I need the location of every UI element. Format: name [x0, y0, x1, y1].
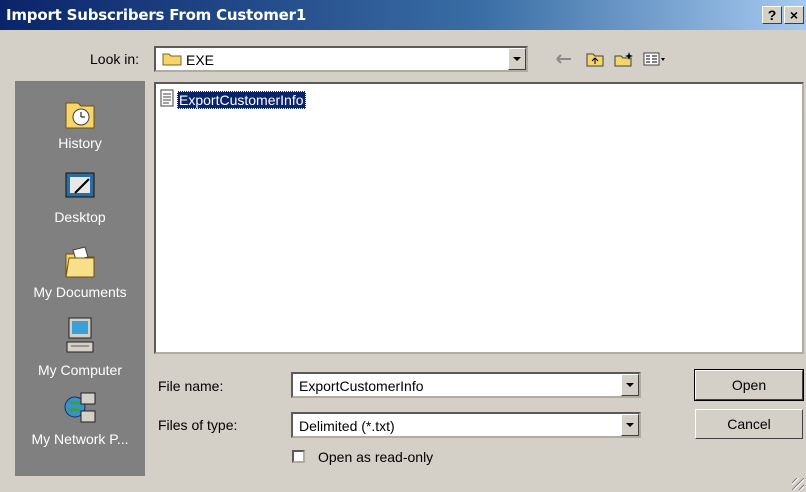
cancel-button[interactable]: Cancel [695, 409, 803, 439]
file-name-value: ExportCustomerInfo [299, 378, 424, 394]
close-button[interactable]: × [784, 6, 804, 24]
folder-icon [162, 52, 182, 69]
places-bar: History Desktop My Documents My Computer… [15, 81, 145, 476]
read-only-checkbox[interactable] [292, 450, 305, 463]
place-label: My Computer [37, 362, 123, 378]
list-item[interactable]: ExportCustomerInfo [159, 89, 306, 110]
help-button[interactable]: ? [762, 6, 782, 24]
file-type-value: Delimited (*.txt) [299, 418, 395, 434]
title-bar: Import Subscribers From Customer1 ? × [0, 0, 806, 30]
desktop-icon [15, 169, 145, 205]
place-label: History [58, 135, 102, 151]
my-documents-icon [15, 244, 145, 280]
new-folder-icon[interactable] [613, 50, 635, 68]
resize-grip[interactable] [792, 478, 804, 490]
file-type-dropdown[interactable]: Delimited (*.txt) [291, 412, 641, 438]
look-in-dropdown-arrow[interactable] [508, 48, 526, 70]
place-my-computer[interactable]: My Computer [15, 316, 145, 378]
my-computer-icon [15, 316, 145, 358]
place-label: Desktop [54, 209, 106, 225]
read-only-label: Open as read-only [318, 449, 434, 465]
look-in-label: Look in: [90, 51, 140, 67]
text-file-icon [159, 89, 175, 110]
window-title: Import Subscribers From Customer1 [6, 6, 307, 24]
history-icon [15, 95, 145, 131]
views-menu-icon[interactable] [642, 50, 668, 68]
back-arrow-icon[interactable] [554, 50, 574, 68]
file-name-text: ExportCustomerInfo [177, 90, 306, 109]
place-my-network-places[interactable]: My Network P... [15, 391, 145, 447]
open-button[interactable]: Open [694, 369, 804, 401]
look-in-dropdown[interactable]: EXE [154, 46, 528, 72]
place-my-documents[interactable]: My Documents [15, 244, 145, 300]
my-network-places-icon [15, 391, 145, 427]
place-history[interactable]: History [15, 95, 145, 151]
place-label: My Documents [33, 284, 127, 300]
file-type-label: Files of type: [158, 417, 238, 433]
file-type-dropdown-arrow[interactable] [621, 414, 639, 436]
place-desktop[interactable]: Desktop [15, 169, 145, 225]
file-name-dropdown-arrow[interactable] [621, 374, 639, 396]
up-folder-icon[interactable] [585, 50, 605, 68]
file-name-label: File name: [158, 378, 224, 394]
file-name-input[interactable]: ExportCustomerInfo [291, 372, 641, 398]
file-list[interactable]: ExportCustomerInfo [154, 82, 804, 354]
place-label: My Network P... [31, 431, 129, 447]
look-in-value: EXE [186, 52, 215, 68]
